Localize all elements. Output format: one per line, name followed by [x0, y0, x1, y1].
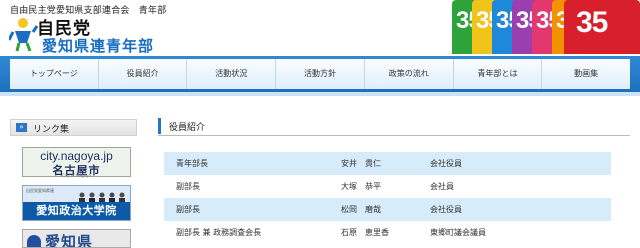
officer-occupation: 東郷町議会議員 [430, 228, 486, 237]
aichi-pref-banner[interactable]: 愛知県 [22, 229, 131, 248]
badge-35-main: 35 [564, 0, 640, 54]
nav-item-about[interactable]: 青年部とは [454, 59, 543, 89]
univ-name: 愛知政治大学院 [23, 202, 130, 220]
officer-name: 石原 恵里香 [341, 228, 389, 237]
officer-occupation: 会社員 [430, 182, 454, 191]
nagoya-city-banner[interactable]: city.nagoya.jp 名古屋市 City of Nagoya [22, 147, 131, 178]
nagoya-sub: City of Nagoya [61, 173, 92, 178]
nav-item-policy[interactable]: 活動方針 [276, 59, 365, 89]
officer-role: 副部長 [176, 205, 200, 214]
links-heading: » リンク集 [10, 119, 137, 136]
nav-item-top[interactable]: トップページ [10, 59, 99, 89]
table-row: 副部長 兼 政務調査会長 石原 恵里香 東郷町議会議員 [164, 221, 611, 244]
officer-role: 副部長 兼 政務調査会長 [176, 228, 262, 237]
table-row: 青年部長 安井 貴仁 会社役員 [164, 152, 611, 175]
table-row: 副部長 大塚 恭平 会社員 [164, 175, 611, 198]
table-row: 副部長 松岡 磨哉 会社役員 [164, 198, 611, 221]
page-title: 役員紹介 [169, 123, 206, 133]
officer-occupation: 会社役員 [430, 159, 462, 168]
nav-item-policy-flow[interactable]: 政策の流れ [365, 59, 454, 89]
nav-item-videos[interactable]: 動画集 [542, 59, 630, 89]
political-school-banner[interactable]: 自民党愛知県連 愛知政治大学院 [22, 185, 131, 221]
nav-item-officers[interactable]: 役員紹介 [99, 59, 188, 89]
nav-bar: トップページ 役員紹介 活動状況 活動方針 政策の流れ 青年部とは 動画集 [10, 59, 630, 89]
links-title: リンク集 [33, 125, 70, 135]
officer-name: 安井 貴仁 [341, 159, 381, 168]
nav-item-activities[interactable]: 活動状況 [187, 59, 277, 89]
nav-divider [0, 92, 640, 96]
double-arrow-icon: » [16, 123, 27, 132]
prefecture-emblem-icon [27, 235, 41, 247]
officers-table: 青年部長 安井 貴仁 会社役員 副部長 大塚 恭平 会社員 副部長 松岡 磨哉 … [164, 152, 611, 244]
officer-occupation: 会社役員 [430, 205, 462, 214]
section-heading: 役員紹介 [158, 117, 630, 136]
site-logo[interactable]: 自民党 愛知県連青年部 [9, 14, 194, 55]
site-header: 自由民主党愛知県支部連合会 青年部 自民党 愛知県連青年部 35 35 35 3… [0, 0, 640, 56]
officer-name: 大塚 恭平 [341, 182, 381, 191]
logo-division-name: 愛知県連青年部 [42, 37, 155, 55]
global-nav: トップページ 役員紹介 活動状況 活動方針 政策の流れ 青年部とは 動画集 [0, 56, 640, 92]
heading-accent-bar [158, 118, 161, 134]
nagoya-url: city.nagoya.jp [40, 149, 113, 163]
officer-role: 青年部長 [176, 159, 208, 168]
pref-name: 愛知県 [45, 233, 94, 248]
officer-role: 副部長 [176, 182, 200, 191]
officer-name: 松岡 磨哉 [341, 205, 381, 214]
